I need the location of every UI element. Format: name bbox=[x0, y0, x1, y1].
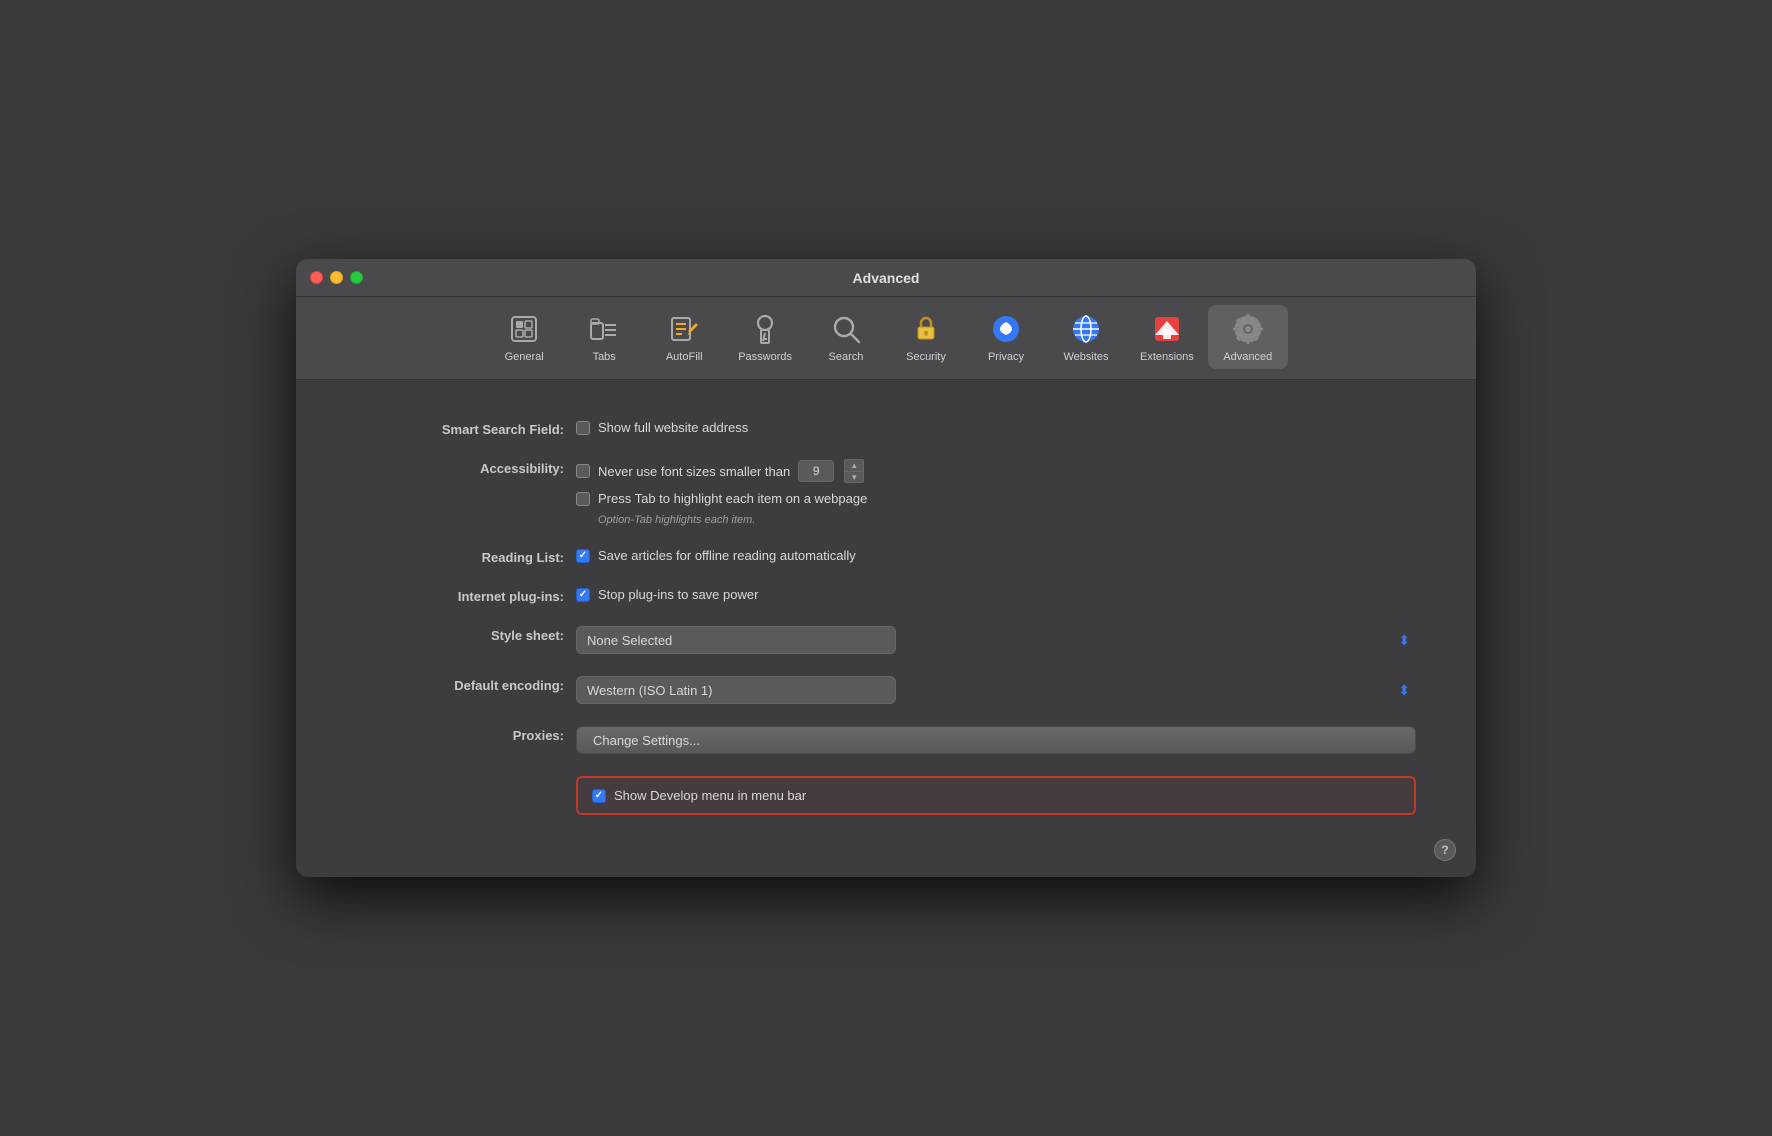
develop-menu-checkbox[interactable] bbox=[592, 789, 606, 803]
tab-search-label: Search bbox=[829, 351, 864, 363]
show-full-address-label: Show full website address bbox=[598, 420, 748, 435]
content-area: Smart Search Field: Show full website ad… bbox=[296, 380, 1476, 877]
proxies-label: Proxies: bbox=[356, 726, 576, 743]
tab-advanced-label: Advanced bbox=[1223, 351, 1272, 363]
tab-search[interactable]: Search bbox=[806, 305, 886, 369]
tab-privacy[interactable]: Privacy bbox=[966, 305, 1046, 369]
advanced-icon bbox=[1230, 311, 1266, 347]
tab-highlight-hint: Option-Tab highlights each item. bbox=[598, 514, 1416, 526]
privacy-icon bbox=[988, 311, 1024, 347]
default-encoding-select[interactable]: Western (ISO Latin 1) Unicode (UTF-8) bbox=[576, 676, 896, 704]
toolbar: General Tabs bbox=[296, 297, 1476, 380]
tab-passwords-label: Passwords bbox=[738, 351, 792, 363]
offline-reading-label: Save articles for offline reading automa… bbox=[598, 548, 856, 563]
tab-security[interactable]: Security bbox=[886, 305, 966, 369]
proxies-row: Proxies: Change Settings... bbox=[356, 726, 1416, 754]
internet-plugins-label: Internet plug-ins: bbox=[356, 587, 576, 604]
reading-list-label: Reading List: bbox=[356, 548, 576, 565]
change-settings-button[interactable]: Change Settings... bbox=[576, 726, 1416, 754]
develop-spacer bbox=[356, 795, 576, 797]
show-full-address-row: Show full website address bbox=[576, 420, 1416, 435]
autofill-icon bbox=[666, 311, 702, 347]
develop-menu-row: Show Develop menu in menu bar bbox=[356, 776, 1416, 815]
tab-passwords[interactable]: Passwords bbox=[724, 305, 806, 369]
tab-websites[interactable]: Websites bbox=[1046, 305, 1126, 369]
titlebar: Advanced bbox=[296, 259, 1476, 297]
tab-autofill[interactable]: AutoFill bbox=[644, 305, 724, 369]
tab-autofill-label: AutoFill bbox=[666, 351, 703, 363]
passwords-icon bbox=[747, 311, 783, 347]
smart-search-label: Smart Search Field: bbox=[356, 420, 576, 437]
font-size-label: Never use font sizes smaller than bbox=[598, 464, 790, 479]
tab-extensions[interactable]: Extensions bbox=[1126, 305, 1208, 369]
tabs-icon bbox=[586, 311, 622, 347]
style-sheet-row: Style sheet: None Selected ⬍ bbox=[356, 626, 1416, 654]
offline-reading-row: Save articles for offline reading automa… bbox=[576, 548, 1416, 563]
save-power-label: Stop plug-ins to save power bbox=[598, 587, 758, 602]
smart-search-controls: Show full website address bbox=[576, 420, 1416, 435]
reading-list-controls: Save articles for offline reading automa… bbox=[576, 548, 1416, 563]
font-size-increment[interactable]: ▲ bbox=[844, 459, 864, 471]
develop-menu-controls: Show Develop menu in menu bar bbox=[576, 776, 1416, 815]
general-icon bbox=[506, 311, 542, 347]
websites-icon bbox=[1068, 311, 1104, 347]
font-size-row: Never use font sizes smaller than ▲ ▼ bbox=[576, 459, 1416, 483]
window-title: Advanced bbox=[853, 270, 920, 286]
minimize-button[interactable] bbox=[330, 271, 343, 284]
font-size-spinner: ▲ ▼ bbox=[844, 459, 864, 483]
accessibility-row: Accessibility: Never use font sizes smal… bbox=[356, 459, 1416, 526]
develop-menu-label: Show Develop menu in menu bar bbox=[614, 788, 806, 803]
tab-highlight-row: Press Tab to highlight each item on a we… bbox=[576, 491, 1416, 506]
reading-list-row: Reading List: Save articles for offline … bbox=[356, 548, 1416, 565]
develop-menu-section: Show Develop menu in menu bar bbox=[576, 776, 1416, 815]
encoding-chevron-icon: ⬍ bbox=[1398, 682, 1410, 699]
traffic-lights bbox=[310, 271, 363, 284]
help-button[interactable]: ? bbox=[1434, 839, 1456, 861]
default-encoding-label: Default encoding: bbox=[356, 676, 576, 693]
tab-highlight-label: Press Tab to highlight each item on a we… bbox=[598, 491, 867, 506]
font-size-checkbox[interactable] bbox=[576, 464, 590, 478]
close-button[interactable] bbox=[310, 271, 323, 284]
proxies-controls: Change Settings... bbox=[576, 726, 1416, 754]
font-size-input[interactable] bbox=[798, 460, 834, 482]
maximize-button[interactable] bbox=[350, 271, 363, 284]
chevron-updown-icon: ⬍ bbox=[1398, 632, 1410, 649]
tab-extensions-label: Extensions bbox=[1140, 351, 1194, 363]
accessibility-label: Accessibility: bbox=[356, 459, 576, 476]
offline-reading-checkbox[interactable] bbox=[576, 549, 590, 563]
internet-plugins-controls: Stop plug-ins to save power bbox=[576, 587, 1416, 602]
tab-advanced[interactable]: Advanced bbox=[1208, 305, 1288, 369]
tab-general-label: General bbox=[505, 351, 544, 363]
font-size-decrement[interactable]: ▼ bbox=[844, 471, 864, 483]
style-sheet-label: Style sheet: bbox=[356, 626, 576, 643]
tab-highlight-checkbox[interactable] bbox=[576, 492, 590, 506]
style-sheet-select[interactable]: None Selected bbox=[576, 626, 896, 654]
search-icon bbox=[828, 311, 864, 347]
internet-plugins-row: Internet plug-ins: Stop plug-ins to save… bbox=[356, 587, 1416, 604]
accessibility-controls: Never use font sizes smaller than ▲ ▼ Pr… bbox=[576, 459, 1416, 526]
tab-privacy-label: Privacy bbox=[988, 351, 1024, 363]
tab-tabs[interactable]: Tabs bbox=[564, 305, 644, 369]
style-sheet-select-wrapper: None Selected ⬍ bbox=[576, 626, 1416, 654]
default-encoding-row: Default encoding: Western (ISO Latin 1) … bbox=[356, 676, 1416, 704]
default-encoding-controls: Western (ISO Latin 1) Unicode (UTF-8) ⬍ bbox=[576, 676, 1416, 704]
save-power-row: Stop plug-ins to save power bbox=[576, 587, 1416, 602]
security-icon bbox=[908, 311, 944, 347]
preferences-window: Advanced General bbox=[296, 259, 1476, 877]
save-power-checkbox[interactable] bbox=[576, 588, 590, 602]
extensions-icon bbox=[1149, 311, 1185, 347]
tab-websites-label: Websites bbox=[1063, 351, 1108, 363]
show-full-address-checkbox[interactable] bbox=[576, 421, 590, 435]
default-encoding-select-wrapper: Western (ISO Latin 1) Unicode (UTF-8) ⬍ bbox=[576, 676, 1416, 704]
tab-security-label: Security bbox=[906, 351, 946, 363]
tab-tabs-label: Tabs bbox=[593, 351, 616, 363]
tab-general[interactable]: General bbox=[484, 305, 564, 369]
style-sheet-controls: None Selected ⬍ bbox=[576, 626, 1416, 654]
smart-search-row: Smart Search Field: Show full website ad… bbox=[356, 420, 1416, 437]
